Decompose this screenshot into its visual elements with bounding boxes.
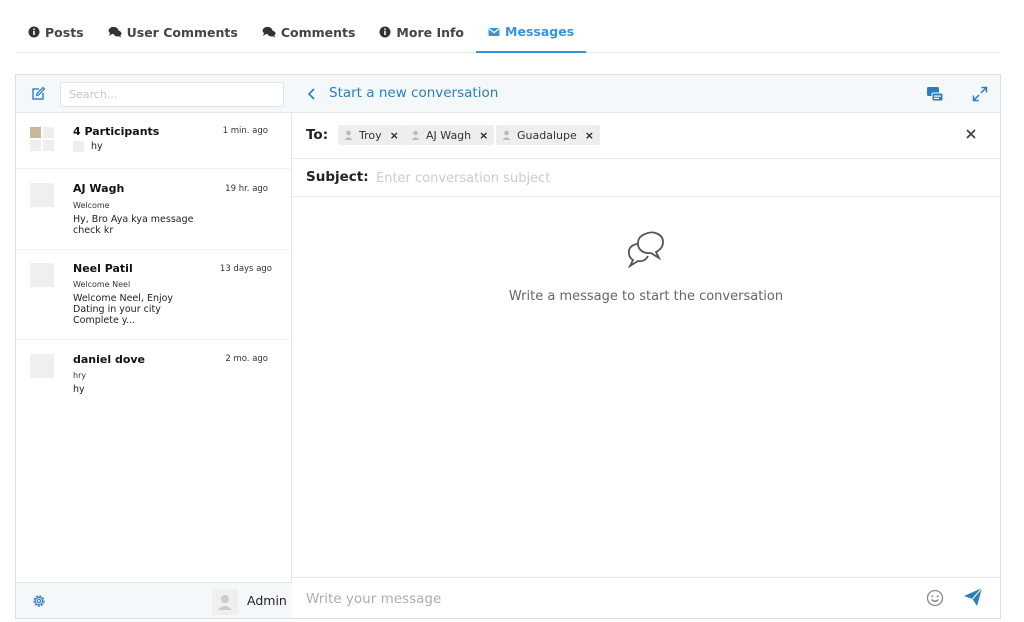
recipients-row: To: Troy × AJ Wagh × Guadalupe × (292, 113, 1000, 159)
send-icon[interactable] (963, 587, 983, 607)
tab-more-info[interactable]: More Info (367, 12, 476, 52)
info-circle-icon (379, 26, 391, 38)
empty-state-text: Write a message to start the conversatio… (508, 289, 784, 304)
envelope-icon (488, 27, 500, 36)
recipient-chip[interactable]: Troy × (338, 125, 405, 145)
search-input[interactable] (60, 82, 284, 107)
remove-recipient-button[interactable]: × (479, 129, 488, 142)
conversation-time: 1 min. ago (222, 126, 268, 136)
conversation-name: 4 Participants (73, 125, 160, 138)
close-icon[interactable] (964, 127, 978, 141)
conversation-item[interactable]: Neel Patil 13 days ago Welcome Neel Welc… (16, 250, 292, 340)
smile-icon[interactable] (926, 589, 944, 607)
user-avatar (73, 141, 84, 152)
gear-icon[interactable] (31, 593, 47, 609)
recipient-name: Guadalupe (517, 128, 577, 142)
tab-label: Posts (45, 24, 84, 40)
comments-icon (108, 26, 122, 38)
message-input[interactable] (306, 588, 906, 610)
sidebar-footer: Admin (16, 582, 292, 618)
remove-recipient-button[interactable]: × (585, 129, 594, 142)
tab-messages[interactable]: Messages (476, 12, 587, 53)
conversation-preview: hy (91, 141, 103, 152)
user-avatar (30, 354, 54, 378)
conversation-name: daniel dove (73, 353, 146, 366)
contacts-icon[interactable] (926, 85, 944, 103)
conversation-pane: Start a new conversation To: Troy × AJ W… (292, 75, 1000, 618)
conversation-subject: Welcome (73, 201, 110, 210)
person-icon (411, 130, 420, 140)
tab-label: More Info (396, 24, 465, 40)
subject-label: Subject: (306, 169, 369, 185)
tab-label: Comments (280, 24, 356, 40)
subject-row: Subject: (292, 159, 1000, 197)
user-avatar (30, 183, 54, 207)
conversation-item[interactable]: daniel dove 2 mo. ago hry hy (16, 340, 292, 398)
to-label: To: (306, 127, 329, 143)
conversation-preview: hy (73, 384, 85, 395)
chat-bubbles-icon (627, 231, 664, 269)
conversation-header: Start a new conversation (292, 75, 1000, 113)
tab-bar: Posts User Comments Comments More Info M… (16, 12, 1000, 53)
recipient-name: Troy (359, 128, 382, 142)
comments-icon (262, 26, 276, 38)
tab-label: User Comments (126, 24, 238, 40)
user-avatar (30, 263, 54, 287)
subject-input[interactable] (376, 167, 976, 189)
conversation-time: 13 days ago (219, 264, 272, 274)
recipient-chip[interactable]: AJ Wagh × (405, 125, 495, 145)
person-icon (502, 130, 511, 140)
messenger-panel: 4 Participants 1 min. ago hy AJ Wagh 19 … (15, 74, 1001, 619)
recipient-chip[interactable]: Guadalupe × (496, 125, 600, 145)
recipient-name: AJ Wagh (426, 128, 472, 142)
conversation-name: Neel Patil (73, 262, 133, 275)
conversation-item[interactable]: 4 Participants 1 min. ago hy (16, 113, 292, 169)
chevron-left-icon[interactable] (306, 86, 318, 102)
page-title: Start a new conversation (329, 85, 499, 101)
avatar (212, 589, 238, 615)
message-composer (292, 577, 1000, 618)
expand-icon[interactable] (972, 86, 988, 102)
conversation-item[interactable]: AJ Wagh 19 hr. ago Welcome Hy, Bro Aya k… (16, 169, 292, 250)
sidebar-header (16, 75, 292, 113)
person-icon (344, 130, 353, 140)
compose-icon[interactable] (30, 86, 46, 102)
conversation-time: 19 hr. ago (225, 184, 268, 194)
conversation-subject: Welcome Neel (73, 280, 131, 289)
conversation-preview: Welcome Neel, Enjoy Dating in your city … (73, 293, 174, 326)
current-user-name: Admin (247, 593, 287, 608)
tab-comments[interactable]: Comments (250, 12, 368, 52)
group-avatar (30, 127, 54, 151)
tab-posts[interactable]: Posts (16, 12, 96, 52)
remove-recipient-button[interactable]: × (390, 129, 399, 142)
info-circle-icon (28, 26, 40, 38)
conversation-time: 2 mo. ago (225, 354, 268, 364)
tab-label: Messages (505, 24, 575, 39)
conversation-name: AJ Wagh (73, 182, 125, 195)
tab-user-comments[interactable]: User Comments (96, 12, 250, 52)
conversation-sidebar: 4 Participants 1 min. ago hy AJ Wagh 19 … (16, 75, 292, 618)
conversation-subject: hry (73, 371, 87, 380)
conversation-preview: Hy, Bro Aya kya message check kr (73, 214, 194, 236)
